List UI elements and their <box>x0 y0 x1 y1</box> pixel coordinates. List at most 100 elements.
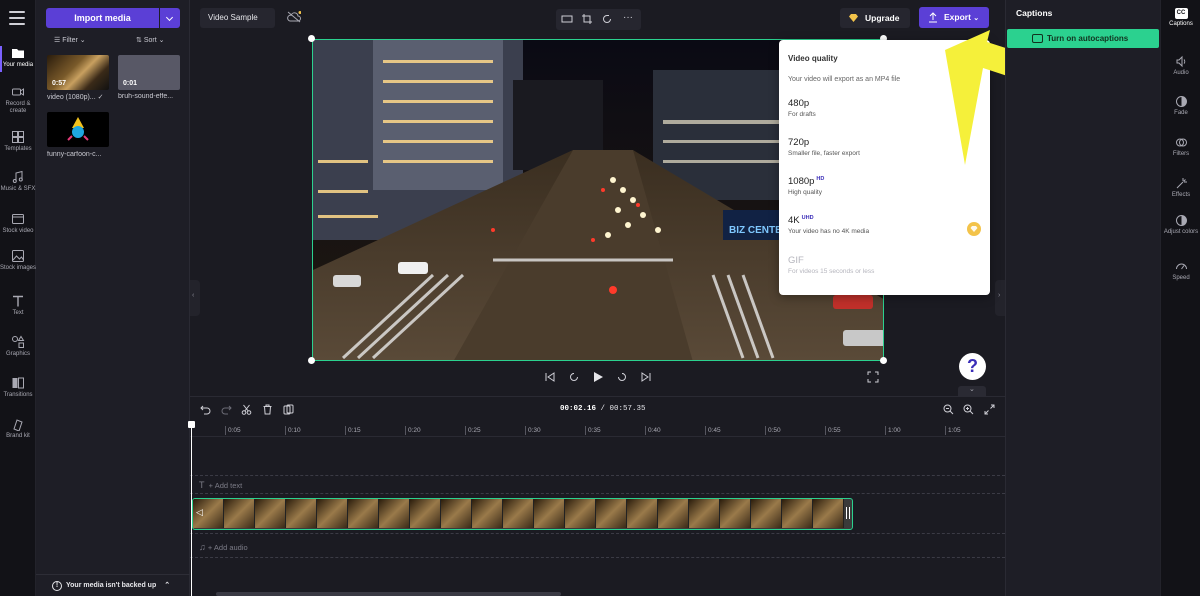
nav-your-media[interactable]: Your media <box>0 46 36 72</box>
export-option-1080p[interactable]: 1080p HD High quality <box>788 176 824 196</box>
rewind-5s-icon[interactable] <box>568 371 580 383</box>
nav-label: Graphics <box>5 351 30 357</box>
export-option-720p[interactable]: 720p Smaller file, faster export <box>788 137 860 157</box>
track-divider <box>190 475 1005 476</box>
resize-handle[interactable] <box>880 357 887 364</box>
nav-record-create[interactable]: Record & create <box>0 85 36 115</box>
filter-icon: ☰ <box>54 37 63 44</box>
cartoon-thumbnail-art <box>67 117 89 141</box>
rotate-icon[interactable] <box>601 13 613 25</box>
media-panel: Import media ☰ Filter ⌄ ⇅ Sort ⌄ 0:57 vi… <box>36 0 190 596</box>
duplicate-icon[interactable] <box>283 404 294 415</box>
export-option-480p[interactable]: 480p For drafts <box>788 98 816 118</box>
export-button[interactable]: Export ⌄ <box>919 7 989 28</box>
export-option-gif: GIF For videos 15 seconds or less <box>788 255 874 275</box>
more-options-icon[interactable]: ··· <box>623 12 635 24</box>
resize-handle[interactable] <box>308 35 315 42</box>
collapse-left-panel-button[interactable]: ‹ <box>190 280 200 316</box>
ruler-tick: 0:10 <box>285 426 301 435</box>
ruler-tick: 1:00 <box>885 426 901 435</box>
zoom-in-icon[interactable] <box>963 404 974 415</box>
premium-diamond-icon <box>967 222 981 236</box>
nav-graphics[interactable]: Graphics <box>0 335 36 358</box>
add-text-track[interactable]: T + Add text <box>199 480 242 490</box>
zoom-out-icon[interactable] <box>943 404 954 415</box>
collapse-right-panel-button[interactable]: › <box>995 280 1005 316</box>
add-audio-track[interactable]: ♫ + Add audio <box>199 542 248 552</box>
import-media-button[interactable]: Import media <box>46 8 159 28</box>
play-icon[interactable] <box>592 371 604 383</box>
nav-stock-video[interactable]: Stock video <box>0 212 36 235</box>
clip-trim-handle[interactable] <box>846 507 850 519</box>
sort-label: Sort <box>143 37 157 44</box>
tab-label: Captions <box>1169 21 1193 27</box>
chevron-down-icon: ⌄ <box>973 15 980 22</box>
aspect-ratio-icon[interactable] <box>561 13 573 25</box>
nav-brand-kit[interactable]: Brand kit <box>0 417 36 440</box>
sort-button[interactable]: ⇅ Sort ⌄ <box>136 36 164 44</box>
left-nav-rail: Your media Record & create Templates Mus… <box>0 0 36 596</box>
resize-handle[interactable] <box>308 357 315 364</box>
upgrade-label: Upgrade <box>865 13 900 23</box>
filter-label: Filter <box>62 37 78 44</box>
cloud-off-icon[interactable] <box>287 11 301 23</box>
export-option-4k[interactable]: 4K UHD Your video has no 4K media <box>788 215 869 235</box>
ruler-tick: 0:55 <box>825 426 841 435</box>
media-thumbnail-cartoon[interactable] <box>47 112 109 147</box>
tab-captions[interactable]: CC Captions <box>1161 8 1200 28</box>
tab-speed[interactable]: Speed <box>1161 260 1200 282</box>
timeline-ruler[interactable]: 0:05 0:10 0:15 0:20 0:25 0:30 0:35 0:40 … <box>190 423 1005 437</box>
undo-icon[interactable] <box>200 404 211 415</box>
crop-icon[interactable] <box>581 13 593 25</box>
nav-label: Your media <box>2 62 34 68</box>
nav-text[interactable]: Text <box>0 294 36 317</box>
ruler-tick: 0:05 <box>225 426 241 435</box>
help-button[interactable]: ? <box>959 353 986 380</box>
import-dropdown-button[interactable] <box>160 8 180 28</box>
nav-stock-images[interactable]: Stock images <box>0 249 36 272</box>
project-name-field[interactable]: Video Sample <box>200 8 275 28</box>
backup-status-bar[interactable]: ! Your media isn't backed up ⌃ <box>36 574 190 596</box>
media-thumbnail-audio[interactable]: 0:01 <box>118 55 180 90</box>
fullscreen-icon[interactable] <box>867 371 879 383</box>
skip-back-icon[interactable] <box>544 371 556 383</box>
nav-transitions[interactable]: Transitions <box>0 376 36 399</box>
option-name: 720p <box>788 137 810 148</box>
shapes-icon <box>12 335 25 348</box>
timeline: 00:02.16 / 00:57.35 0:05 0:10 0:15 0:20 … <box>188 396 1005 596</box>
tab-audio[interactable]: Audio <box>1161 55 1200 77</box>
tab-fade[interactable]: Fade <box>1161 95 1200 117</box>
video-clip[interactable]: ◁ <box>192 498 853 530</box>
timecode: 00:02.16 / 00:57.35 <box>560 405 646 413</box>
fit-timeline-icon[interactable] <box>984 404 995 415</box>
nav-templates[interactable]: Templates <box>0 130 36 153</box>
backup-text: Your media isn't backed up <box>66 582 157 589</box>
add-audio-label: + Add audio <box>207 543 248 552</box>
menu-icon[interactable] <box>9 11 25 25</box>
tab-adjust-colors[interactable]: Adjust colors <box>1161 214 1200 236</box>
chevron-down-icon: ⌄ <box>969 386 975 393</box>
nav-label: Music & SFX <box>0 186 36 192</box>
nav-label: Templates <box>4 146 32 152</box>
skip-forward-icon[interactable] <box>640 371 652 383</box>
upgrade-button[interactable]: Upgrade <box>840 8 910 28</box>
split-scissors-icon[interactable] <box>241 404 252 415</box>
collapse-timeline-button[interactable]: ⌄ <box>958 386 986 396</box>
tab-effects[interactable]: Effects <box>1161 177 1200 199</box>
tab-filters[interactable]: Filters <box>1161 136 1200 158</box>
playhead[interactable] <box>188 421 195 596</box>
turn-on-autocaptions-button[interactable]: Turn on autocaptions <box>1007 29 1159 48</box>
timeline-scrollbar[interactable] <box>216 592 561 596</box>
nav-label: Text <box>12 310 24 316</box>
media-thumbnail-video[interactable]: 0:57 <box>47 55 109 90</box>
forward-5s-icon[interactable] <box>616 371 628 383</box>
fade-icon <box>1175 96 1187 107</box>
filter-button[interactable]: ☰ Filter ⌄ <box>54 36 86 44</box>
brand-kit-icon <box>13 419 23 431</box>
chevron-up-icon: ⌃ <box>164 582 171 589</box>
media-name: video (1080p)... ✓ <box>47 94 104 101</box>
ruler-tick: 0:50 <box>765 426 781 435</box>
delete-icon[interactable] <box>262 404 273 415</box>
redo-icon[interactable] <box>221 404 232 415</box>
nav-music-sfx[interactable]: Music & SFX <box>0 170 36 193</box>
